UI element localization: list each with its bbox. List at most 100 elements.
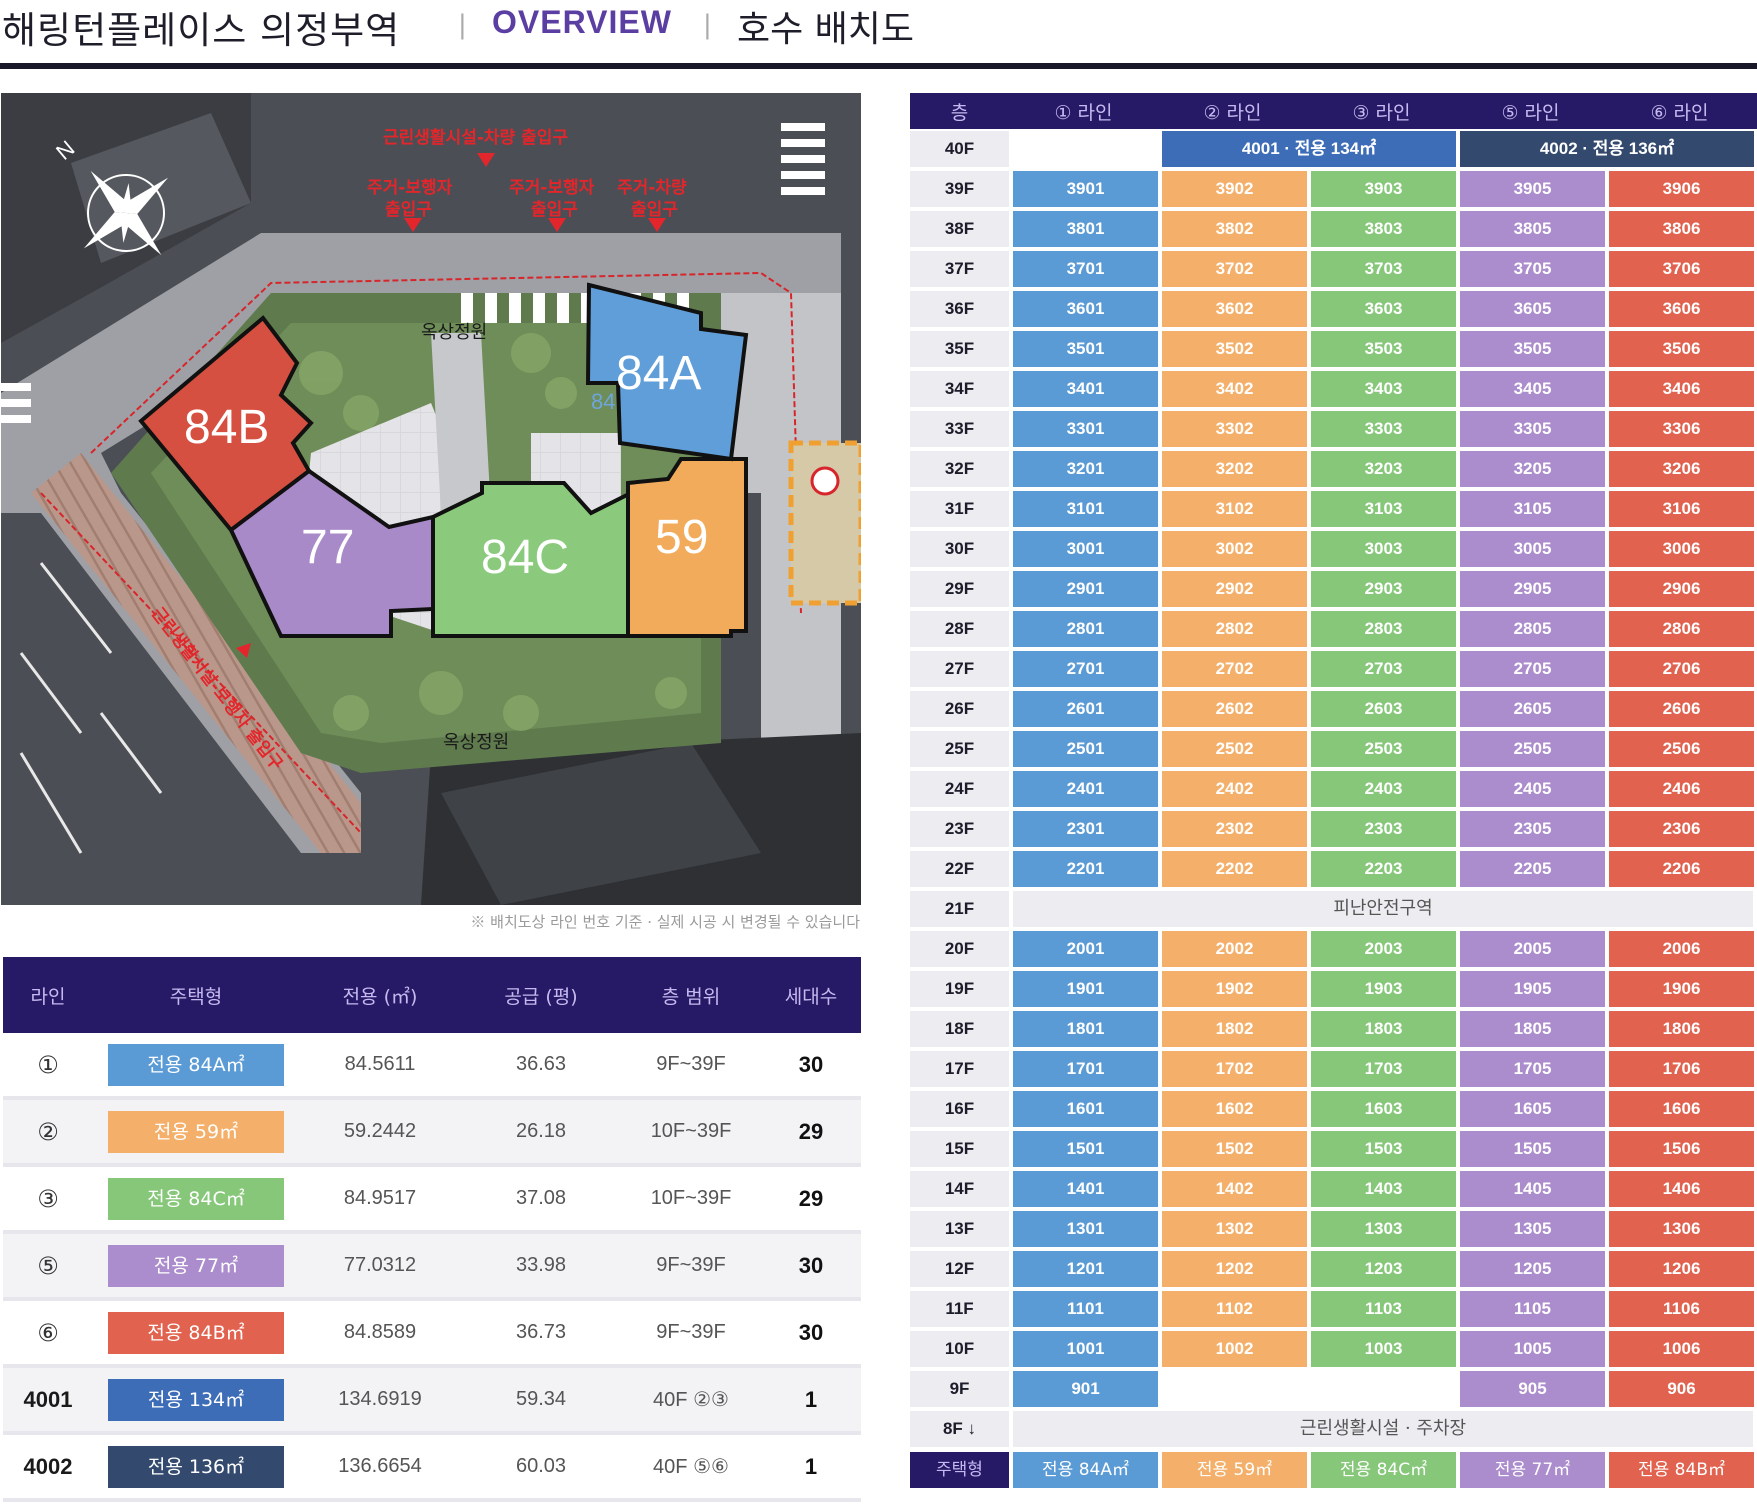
unit-cell[interactable]: 1006 [1609,1331,1754,1367]
unit-cell[interactable]: 3703 [1311,251,1456,287]
unit-cell[interactable]: 1102 [1162,1291,1307,1327]
unit-cell[interactable]: 1901 [1013,971,1158,1007]
unit-cell[interactable]: 2303 [1311,811,1456,847]
unit-cell[interactable]: 1802 [1162,1011,1307,1047]
unit-cell[interactable]: 2803 [1311,611,1456,647]
unit-cell[interactable]: 1301 [1013,1211,1158,1247]
unit-cell[interactable]: 1805 [1460,1011,1605,1047]
unit-cell[interactable]: 3106 [1609,491,1754,527]
unit-cell[interactable]: 1101 [1013,1291,1158,1327]
unit-cell[interactable]: 1201 [1013,1251,1158,1287]
unit-cell[interactable]: 1906 [1609,971,1754,1007]
unit-cell[interactable]: 1405 [1460,1171,1605,1207]
unit-cell[interactable]: 2801 [1013,611,1158,647]
unit-cell[interactable]: 3405 [1460,371,1605,407]
unit-cell[interactable]: 3305 [1460,411,1605,447]
unit-cell[interactable]: 2701 [1013,651,1158,687]
unit-cell[interactable]: 3906 [1609,171,1754,207]
unit-cell-4001[interactable]: 4001 · 전용 134㎡ [1162,131,1456,167]
unit-cell[interactable]: 1803 [1311,1011,1456,1047]
unit-cell[interactable]: 3901 [1013,171,1158,207]
unit-cell[interactable]: 2802 [1162,611,1307,647]
unit-cell[interactable]: 1002 [1162,1331,1307,1367]
unit-cell[interactable]: 2502 [1162,731,1307,767]
unit-cell[interactable]: 2302 [1162,811,1307,847]
unit-cell[interactable]: 2703 [1311,651,1456,687]
unit-cell[interactable]: 3606 [1609,291,1754,327]
unit-cell[interactable]: 2201 [1013,851,1158,887]
unit-cell[interactable]: 3205 [1460,451,1605,487]
unit-cell[interactable]: 901 [1013,1371,1158,1407]
unit-cell[interactable]: 2301 [1013,811,1158,847]
unit-cell[interactable]: 1905 [1460,971,1605,1007]
unit-cell[interactable]: 1103 [1311,1291,1456,1327]
unit-cell[interactable]: 1305 [1460,1211,1605,1247]
unit-cell[interactable]: 3003 [1311,531,1456,567]
unit-cell[interactable]: 3701 [1013,251,1158,287]
unit-cell[interactable]: 3402 [1162,371,1307,407]
unit-cell[interactable]: 3902 [1162,171,1307,207]
unit-cell[interactable]: 905 [1460,1371,1605,1407]
unit-cell[interactable]: 2705 [1460,651,1605,687]
unit-cell[interactable]: 3805 [1460,211,1605,247]
unit-cell[interactable]: 2605 [1460,691,1605,727]
unit-cell[interactable]: 3105 [1460,491,1605,527]
unit-cell[interactable]: 2403 [1311,771,1456,807]
unit-cell-4002[interactable]: 4002 · 전용 136㎡ [1460,131,1754,167]
unit-cell[interactable]: 1306 [1609,1211,1754,1247]
unit-cell[interactable]: 2606 [1609,691,1754,727]
unit-cell[interactable]: 2906 [1609,571,1754,607]
unit-cell[interactable]: 1903 [1311,971,1456,1007]
unit-cell[interactable]: 2001 [1013,931,1158,967]
unit-cell[interactable]: 2005 [1460,931,1605,967]
unit-cell[interactable]: 1205 [1460,1251,1605,1287]
unit-cell[interactable]: 3306 [1609,411,1754,447]
unit-cell[interactable]: 3702 [1162,251,1307,287]
unit-cell[interactable]: 1602 [1162,1091,1307,1127]
unit-cell[interactable]: 3001 [1013,531,1158,567]
unit-cell[interactable]: 2505 [1460,731,1605,767]
unit-cell[interactable]: 2405 [1460,771,1605,807]
unit-cell[interactable]: 1706 [1609,1051,1754,1087]
unit-cell[interactable]: 3501 [1013,331,1158,367]
unit-cell[interactable]: 3903 [1311,171,1456,207]
unit-cell[interactable]: 1403 [1311,1171,1456,1207]
unit-cell[interactable]: 1202 [1162,1251,1307,1287]
unit-cell[interactable]: 1703 [1311,1051,1456,1087]
unit-cell[interactable]: 3502 [1162,331,1307,367]
unit-cell[interactable]: 3603 [1311,291,1456,327]
unit-cell[interactable]: 2203 [1311,851,1456,887]
unit-cell[interactable]: 2306 [1609,811,1754,847]
unit-cell[interactable]: 3705 [1460,251,1605,287]
unit-cell[interactable]: 2506 [1609,731,1754,767]
unit-cell[interactable]: 2501 [1013,731,1158,767]
unit-cell[interactable]: 2402 [1162,771,1307,807]
unit-cell[interactable]: 3005 [1460,531,1605,567]
unit-cell[interactable]: 2601 [1013,691,1158,727]
unit-cell[interactable]: 2702 [1162,651,1307,687]
unit-cell[interactable]: 2503 [1311,731,1456,767]
unit-cell[interactable]: 3905 [1460,171,1605,207]
unit-cell[interactable]: 1806 [1609,1011,1754,1047]
unit-cell[interactable]: 1801 [1013,1011,1158,1047]
unit-cell[interactable]: 1302 [1162,1211,1307,1247]
unit-cell[interactable]: 2206 [1609,851,1754,887]
unit-cell[interactable]: 1502 [1162,1131,1307,1167]
unit-cell[interactable]: 1605 [1460,1091,1605,1127]
unit-cell[interactable]: 3401 [1013,371,1158,407]
unit-cell[interactable]: 2205 [1460,851,1605,887]
unit-cell[interactable]: 1606 [1609,1091,1754,1127]
unit-cell[interactable]: 3802 [1162,211,1307,247]
unit-cell[interactable]: 3803 [1311,211,1456,247]
unit-cell[interactable]: 1501 [1013,1131,1158,1167]
unit-cell[interactable]: 3706 [1609,251,1754,287]
unit-cell[interactable]: 2901 [1013,571,1158,607]
unit-cell[interactable]: 1702 [1162,1051,1307,1087]
unit-cell[interactable]: 3201 [1013,451,1158,487]
unit-cell[interactable]: 3202 [1162,451,1307,487]
unit-cell[interactable]: 2401 [1013,771,1158,807]
unit-cell[interactable]: 1506 [1609,1131,1754,1167]
unit-cell[interactable]: 3103 [1311,491,1456,527]
unit-cell[interactable]: 2805 [1460,611,1605,647]
unit-cell[interactable]: 3206 [1609,451,1754,487]
